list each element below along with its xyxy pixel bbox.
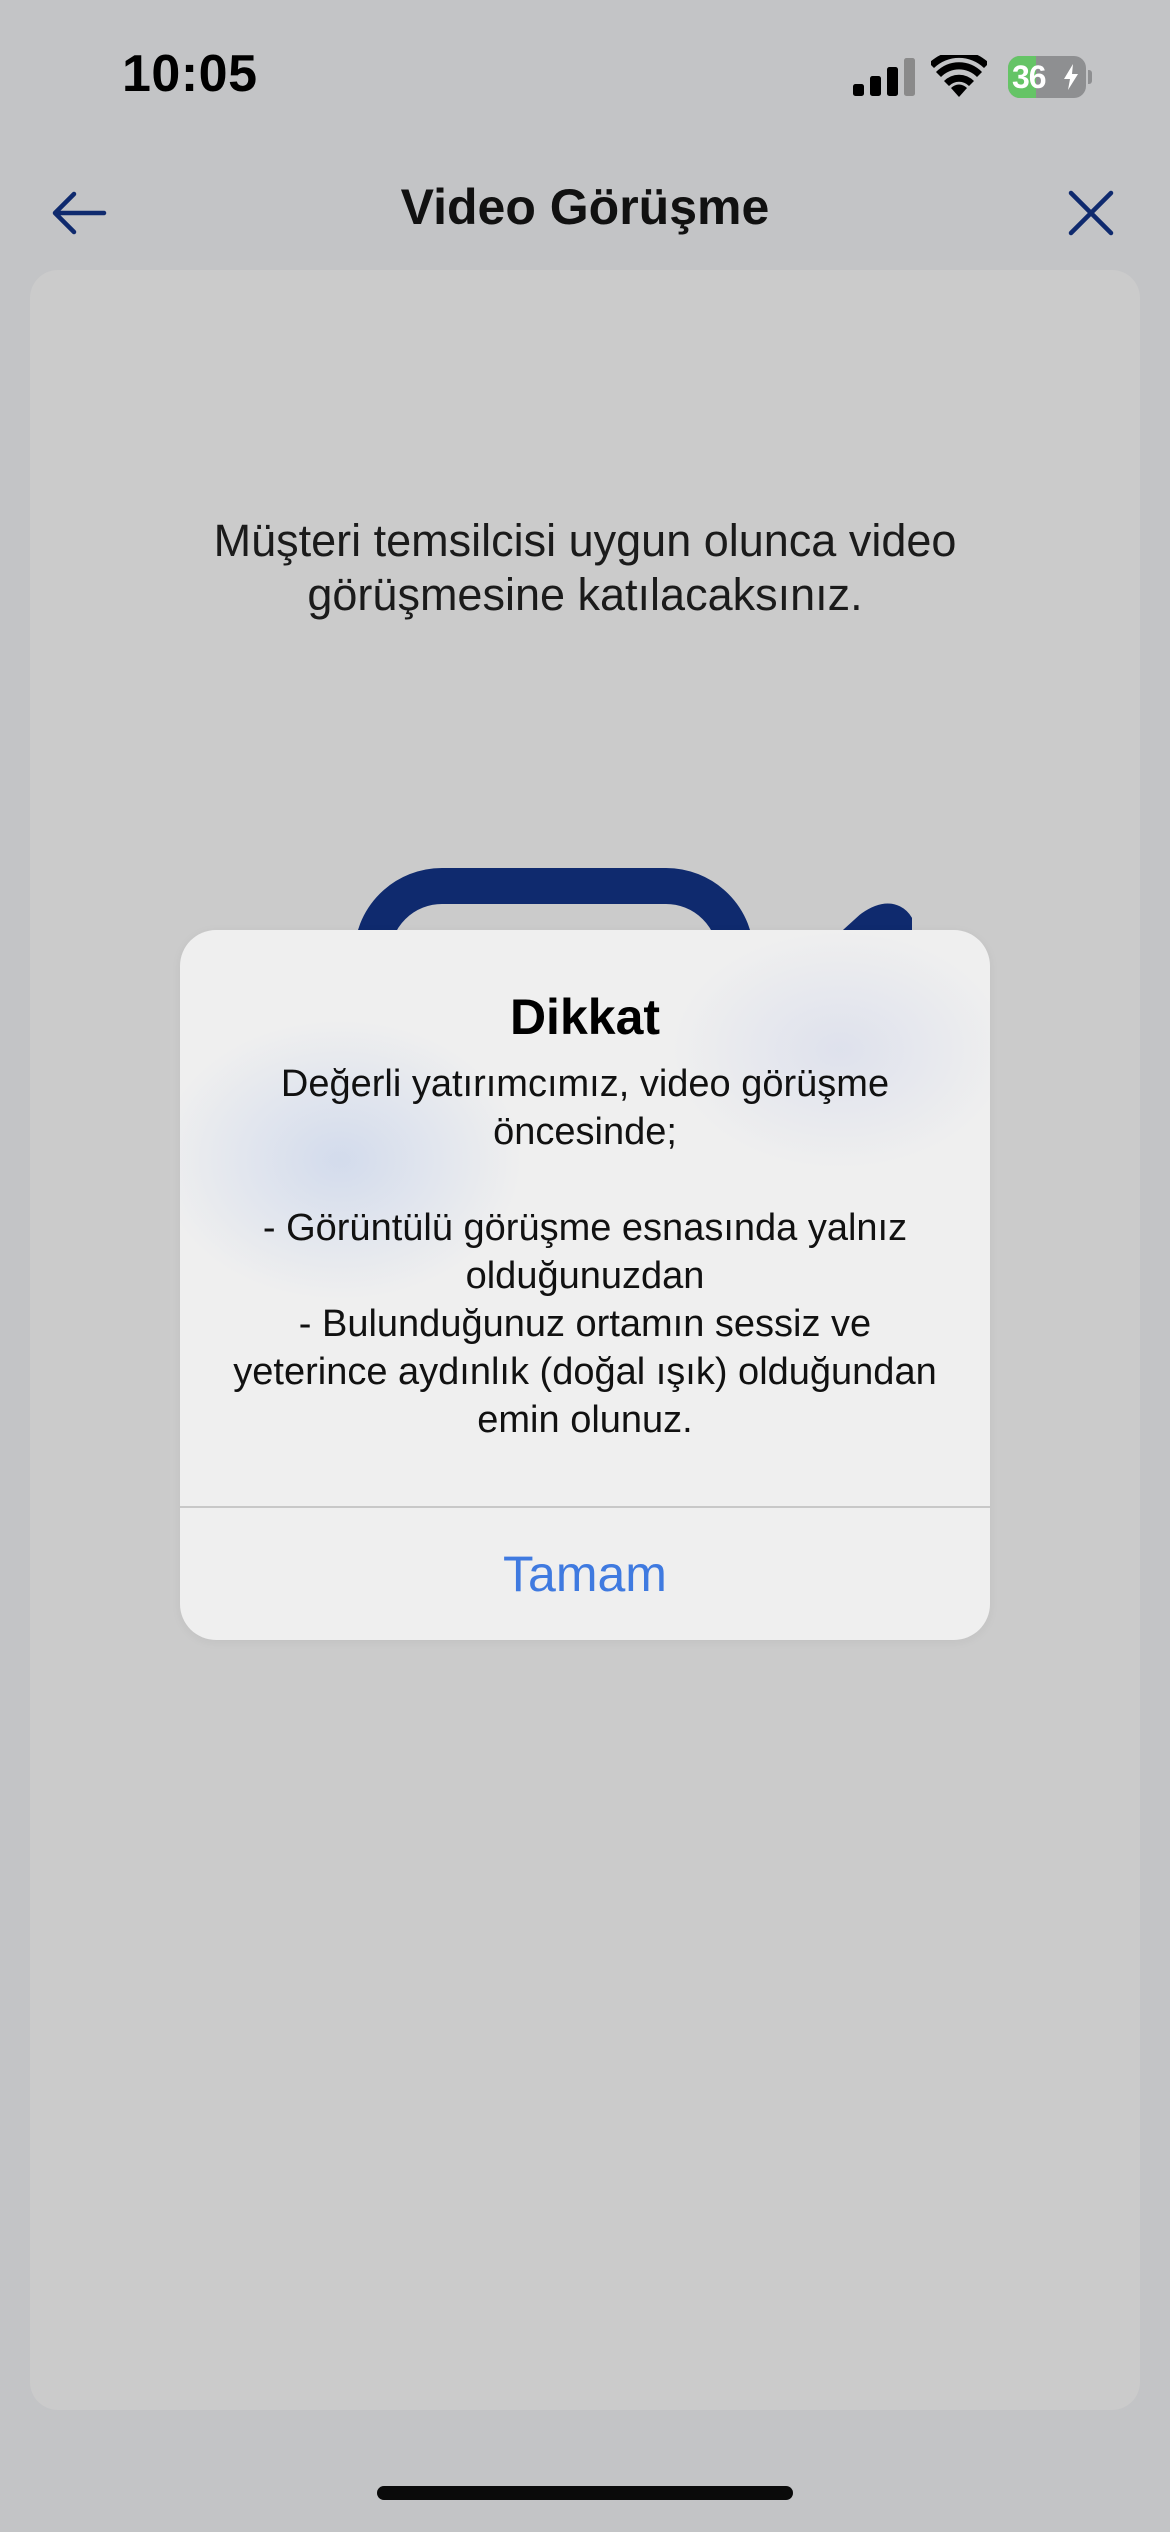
home-indicator[interactable]: [377, 2486, 793, 2500]
alert-message: Değerli yatırımcımız, video görüşme önce…: [233, 1063, 937, 1441]
alert-title: Dikkat: [509, 989, 661, 1045]
intro-text: Müşteri temsilcisi uygun olunca video gö…: [213, 515, 957, 620]
arrow-left-icon: [52, 191, 107, 235]
nav-bar: Video Görüşme: [0, 160, 1170, 260]
ok-button[interactable]: Tamam: [180, 1508, 990, 1640]
battery-cap: [1088, 70, 1092, 84]
close-button[interactable]: [1056, 178, 1126, 248]
status-bar: 10:05 36: [0, 0, 1170, 150]
battery-body: 36: [1008, 56, 1086, 98]
charging-bolt-icon: [1064, 64, 1078, 90]
cellular-signal-icon: [853, 58, 915, 96]
battery-level-text: 36: [1012, 59, 1047, 95]
wifi-icon: [931, 55, 987, 97]
status-time: 10:05: [122, 45, 258, 103]
alert-dialog: Dikkat Değerli yatırımcımız, video görüş…: [180, 930, 990, 1640]
close-icon: [1068, 190, 1114, 236]
battery-indicator: 36: [1008, 56, 1092, 98]
back-button[interactable]: [44, 178, 114, 248]
page-title: Video Görüşme: [400, 179, 770, 235]
